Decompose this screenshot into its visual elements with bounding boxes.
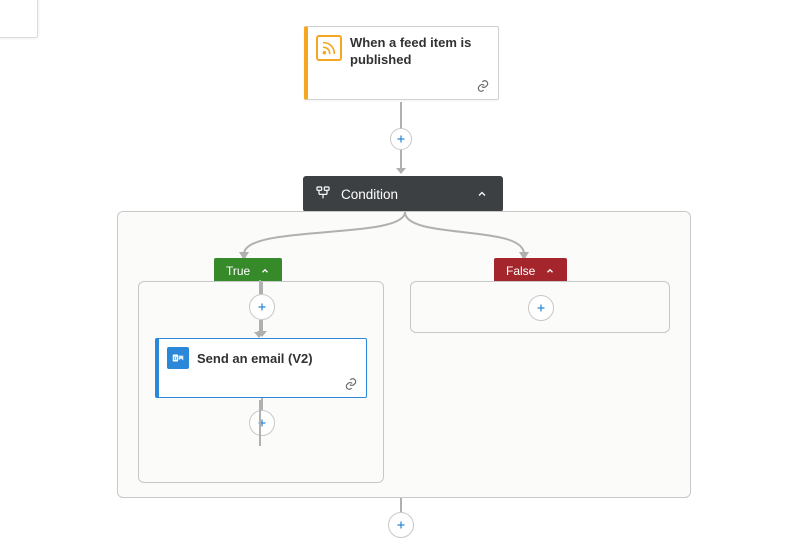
rss-icon (316, 35, 342, 61)
chevron-up-icon (256, 262, 274, 280)
connection-icon (344, 377, 358, 393)
connector-line (400, 150, 402, 169)
condition-body: True False O (117, 211, 691, 498)
add-action-button[interactable] (249, 410, 275, 436)
condition-icon (315, 185, 331, 204)
action-title: Send an email (V2) (197, 351, 313, 366)
true-label: True (226, 264, 250, 278)
arrow-icon (396, 168, 406, 174)
action-card-send-email[interactable]: O Send an email (V2) (155, 338, 367, 398)
floating-panel-fragment (0, 0, 38, 38)
connector-line (400, 498, 402, 512)
chevron-up-icon (541, 262, 559, 280)
condition-header[interactable]: Condition (303, 176, 503, 212)
collapse-button[interactable] (473, 185, 491, 203)
trigger-card[interactable]: When a feed item is published (304, 26, 499, 100)
outlook-icon: O (167, 347, 189, 369)
connector-line (261, 282, 263, 294)
false-label: False (506, 264, 535, 278)
insert-step-button[interactable] (390, 128, 412, 150)
condition-label: Condition (341, 187, 463, 202)
connector-line (400, 102, 402, 130)
flow-designer-canvas: When a feed item is published Condition (0, 0, 800, 550)
true-branch-panel: O Send an email (V2) (138, 281, 384, 483)
add-action-button[interactable] (249, 294, 275, 320)
insert-step-button[interactable] (388, 512, 414, 538)
arrow-icon (257, 331, 267, 337)
connection-icon (476, 79, 490, 95)
false-branch-panel (410, 281, 670, 333)
trigger-title: When a feed item is published (350, 35, 488, 69)
svg-text:O: O (174, 357, 178, 362)
add-action-button[interactable] (528, 295, 554, 321)
